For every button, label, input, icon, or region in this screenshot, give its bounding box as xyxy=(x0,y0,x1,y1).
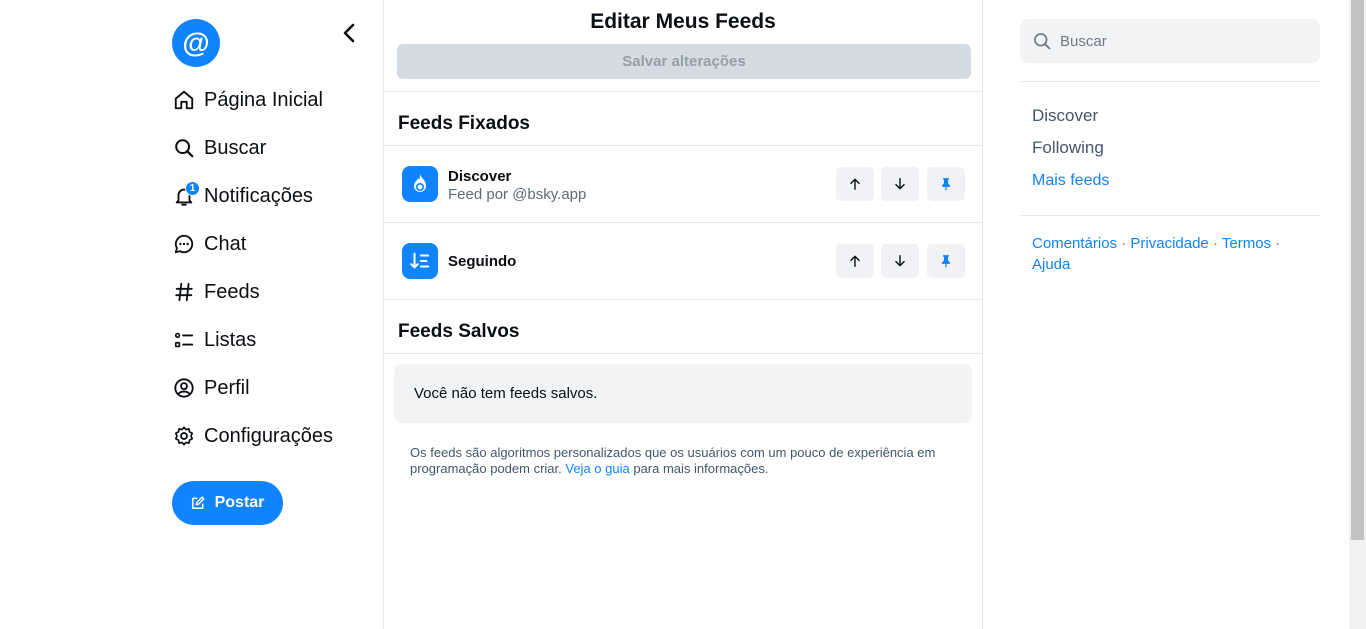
footer-separator: · xyxy=(1121,235,1127,252)
page-title: Editar Meus Feeds xyxy=(590,10,776,33)
footer-separator: · xyxy=(1275,235,1281,252)
scrollbar[interactable] xyxy=(1349,0,1366,629)
guide-link[interactable]: Veja o guia xyxy=(565,461,629,476)
footer-links: Comentários · Privacidade · Termos · Aju… xyxy=(1032,233,1312,275)
nav-item-label: Chat xyxy=(204,232,247,255)
help-link[interactable]: Ajuda xyxy=(1032,256,1070,273)
pin-icon xyxy=(941,255,951,268)
chevron-left-icon xyxy=(343,23,355,43)
feed-subtitle: Feed por @bsky.app xyxy=(448,186,587,203)
search-box[interactable] xyxy=(1020,19,1320,63)
pinned-feed-row[interactable]: Seguindo xyxy=(384,223,982,299)
avatar-symbol: @ xyxy=(182,27,210,58)
bell-icon: 1 xyxy=(172,181,200,208)
divider xyxy=(384,353,982,354)
search-icon xyxy=(172,136,196,160)
chat-icon xyxy=(172,232,196,256)
nav-item-label: Página Inicial xyxy=(204,88,323,111)
footer-separator: · xyxy=(1212,235,1218,252)
nav-item-search[interactable]: Buscar xyxy=(172,128,266,168)
move-down-button[interactable] xyxy=(881,167,919,201)
move-up-button[interactable] xyxy=(836,167,874,201)
nav-item-notifications[interactable]: 1 Notificações xyxy=(172,176,313,216)
arrow-up-icon xyxy=(850,178,860,190)
divider xyxy=(1020,81,1320,82)
main-content: Editar Meus Feeds Salvar alterações Feed… xyxy=(383,0,983,629)
home-icon xyxy=(172,88,196,112)
nav-item-label: Feeds xyxy=(204,280,260,303)
hash-icon xyxy=(172,280,196,304)
discover-feed-icon xyxy=(402,166,438,202)
right-feed-discover[interactable]: Discover xyxy=(1032,106,1098,126)
post-button-label: Postar xyxy=(214,494,265,511)
unpin-button[interactable] xyxy=(927,167,965,201)
info-text-end: para mais informações. xyxy=(633,461,769,476)
empty-message: Você não tem feeds salvos. xyxy=(414,385,598,402)
search-icon xyxy=(1032,31,1052,56)
pinned-feed-row[interactable]: Discover Feed por @bsky.app xyxy=(384,146,982,222)
nav-item-feeds[interactable]: Feeds xyxy=(172,272,260,312)
gear-icon xyxy=(172,424,196,448)
edit-icon xyxy=(191,496,205,510)
search-input[interactable] xyxy=(1060,19,1310,63)
right-feed-following[interactable]: Following xyxy=(1032,138,1104,158)
scrollbar-thumb[interactable] xyxy=(1351,0,1364,540)
nav-item-label: Configurações xyxy=(204,424,333,447)
feed-name: Seguindo xyxy=(448,253,517,270)
feeds-info-text: Os feeds são algoritmos personalizados q… xyxy=(410,445,960,477)
saved-feeds-empty: Você não tem feeds salvos. xyxy=(394,364,972,423)
nav-item-profile[interactable]: Perfil xyxy=(172,368,250,408)
post-button[interactable]: Postar xyxy=(172,481,283,525)
saved-feeds-title: Feeds Salvos xyxy=(398,321,520,342)
profile-icon xyxy=(172,376,196,400)
save-changes-button[interactable]: Salvar alterações xyxy=(397,44,971,79)
more-feeds-link[interactable]: Mais feeds xyxy=(1032,172,1109,190)
arrow-up-icon xyxy=(850,255,860,267)
nav-item-chat[interactable]: Chat xyxy=(172,224,246,264)
left-navigation: @ Página Inicial Buscar 1 Notificações C… xyxy=(0,0,383,629)
list-icon xyxy=(172,328,196,352)
divider xyxy=(384,91,982,92)
nav-item-home[interactable]: Página Inicial xyxy=(172,80,323,120)
divider xyxy=(384,299,982,300)
arrow-down-icon xyxy=(895,255,905,267)
unpin-button[interactable] xyxy=(927,244,965,278)
nav-item-label: Buscar xyxy=(204,136,267,159)
collapse-button[interactable] xyxy=(336,20,362,46)
divider xyxy=(1020,215,1320,216)
notification-badge: 1 xyxy=(185,181,200,196)
feed-name: Discover xyxy=(448,168,512,185)
nav-item-label: Notificações xyxy=(204,184,313,207)
nav-item-settings[interactable]: Configurações xyxy=(172,416,333,456)
arrow-down-icon xyxy=(895,178,905,190)
nav-item-label: Perfil xyxy=(204,376,250,399)
nav-item-label: Listas xyxy=(204,328,257,351)
comments-link[interactable]: Comentários xyxy=(1032,235,1117,252)
terms-link[interactable]: Termos xyxy=(1222,235,1271,252)
following-feed-icon xyxy=(402,243,438,279)
pin-icon xyxy=(941,178,951,191)
privacy-link[interactable]: Privacidade xyxy=(1130,235,1208,252)
move-up-button[interactable] xyxy=(836,244,874,278)
nav-item-lists[interactable]: Listas xyxy=(172,320,256,360)
move-down-button[interactable] xyxy=(881,244,919,278)
pinned-feeds-title: Feeds Fixados xyxy=(398,113,530,134)
avatar[interactable]: @ xyxy=(172,19,220,67)
